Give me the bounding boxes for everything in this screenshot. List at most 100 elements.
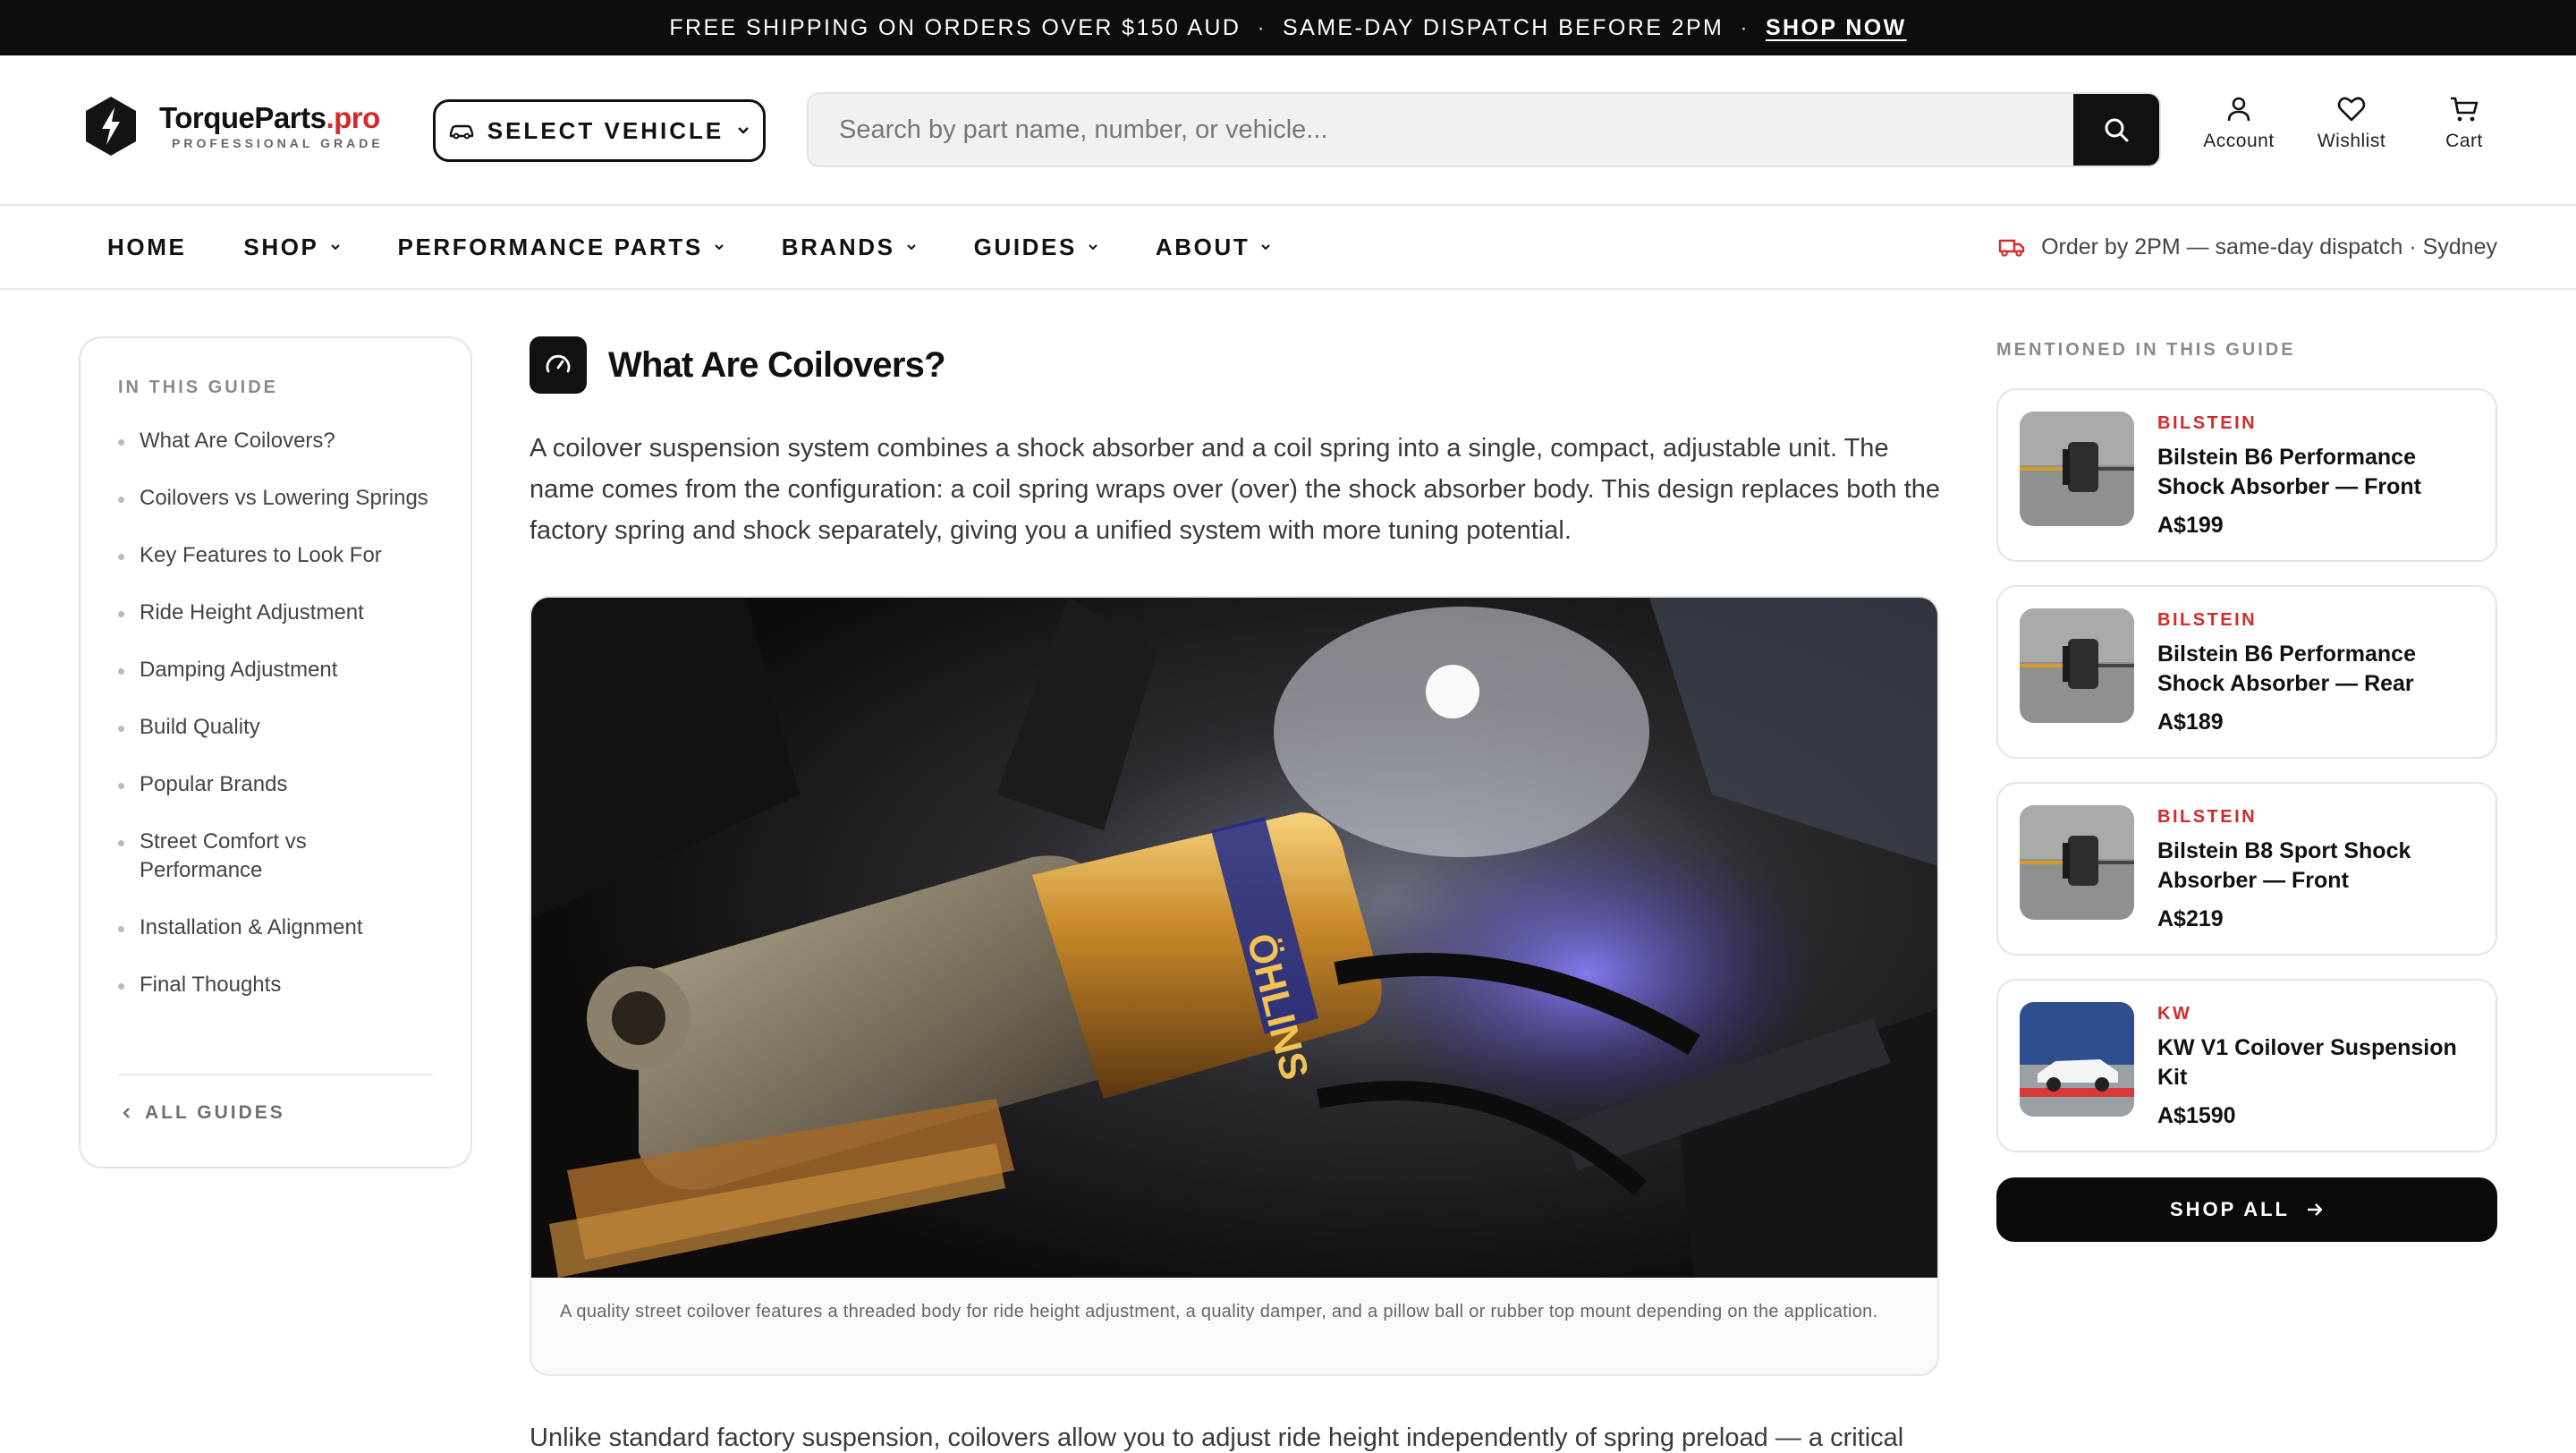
nav-item-performance-parts[interactable]: PERFORMANCE PARTS	[398, 234, 724, 261]
shop-all-button[interactable]: SHOP ALL	[1996, 1177, 2497, 1242]
toc-item[interactable]: Popular Brands	[118, 770, 433, 799]
section-title: What Are Coilovers?	[608, 344, 946, 385]
wishlist-label: Wishlist	[2317, 131, 2386, 151]
nav-item-label: BRANDS	[781, 233, 895, 260]
select-vehicle-button[interactable]: SELECT VEHICLE	[433, 99, 766, 162]
shipping-message: FREE SHIPPING ON ORDERS OVER $150 AUD	[669, 14, 1241, 40]
separator: ·	[1740, 14, 1750, 40]
article-figure: ÖHLINS A quality street coilover feature…	[530, 596, 1939, 1376]
coilover-photo: ÖHLINS	[531, 598, 1937, 1278]
figure-caption: A quality street coilover features a thr…	[560, 1302, 1878, 1321]
chevron-down-icon	[330, 244, 340, 251]
heart-icon	[2337, 97, 2366, 122]
all-guides-label: ALL GUIDES	[145, 1102, 285, 1123]
gauge-icon	[530, 336, 587, 394]
nav-item-label: HOME	[107, 233, 187, 260]
cart-label: Cart	[2445, 131, 2483, 151]
toc-item[interactable]: Damping Adjustment	[118, 656, 433, 684]
product-brand: BILSTEIN	[2157, 413, 2258, 433]
product-price: A$219	[2157, 906, 2224, 931]
nav-item-label: PERFORMANCE PARTS	[397, 233, 703, 260]
product-thumbnail[interactable]	[2020, 1002, 2134, 1117]
nav-item-label: ABOUT	[1155, 233, 1250, 260]
intro-paragraph: A coilover suspension system combines a …	[530, 434, 1941, 545]
table-of-contents: IN THIS GUIDE What Are Coilovers? Coilove…	[79, 336, 472, 1168]
search-input[interactable]	[809, 94, 2077, 166]
toc-item[interactable]: Key Features to Look For	[118, 541, 433, 570]
product-price: A$189	[2157, 710, 2224, 735]
toc-item[interactable]: Build Quality	[118, 713, 433, 742]
chevron-down-icon	[906, 244, 916, 251]
divider	[118, 1074, 433, 1075]
product-card[interactable]: BILSTEIN Bilstein B8 Sport Shock Absorber…	[1996, 782, 2497, 956]
cart-icon	[2451, 97, 2479, 122]
product-name[interactable]: Bilstein B6 Performance Shock Absorber —…	[2157, 443, 2479, 502]
logo-name: TorqueParts.pro	[159, 100, 380, 134]
shop-now-link[interactable]: SHOP NOW	[1766, 15, 1907, 41]
select-vehicle-label: SELECT VEHICLE	[487, 116, 724, 144]
product-name[interactable]: KW V1 Coilover Suspension Kit	[2157, 1033, 2479, 1092]
body-paragraph: Unlike standard factory suspension, coil…	[530, 1423, 1904, 1452]
search-icon	[2105, 118, 2129, 142]
nav-item-label: SHOP	[243, 233, 319, 260]
nav-item-home[interactable]: HOME	[107, 234, 186, 261]
toc-item[interactable]: Street Comfort vs Performance	[118, 828, 433, 885]
product-thumbnail[interactable]	[2020, 608, 2134, 723]
product-price: A$1590	[2157, 1103, 2236, 1128]
product-price: A$199	[2157, 513, 2224, 538]
dispatch-message: SAME-DAY DISPATCH BEFORE 2PM	[1283, 14, 1724, 40]
car-icon	[449, 124, 473, 140]
logo-tagline: PROFESSIONAL GRADE	[172, 135, 384, 150]
product-name[interactable]: Bilstein B8 Sport Shock Absorber — Front	[2157, 837, 2479, 896]
all-guides-link[interactable]: ALL GUIDES	[122, 1102, 285, 1124]
main-navigation: HOME SHOP PERFORMANCE PARTS BRANDS GUIDES ABO…	[0, 206, 2576, 290]
search-button[interactable]	[2073, 94, 2159, 166]
product-thumbnail[interactable]	[2020, 805, 2134, 920]
announcement-bar: FREE SHIPPING ON ORDERS OVER $150 AUD · …	[0, 0, 2576, 55]
section-header: What Are Coilovers?	[530, 336, 946, 394]
chevron-down-icon	[1089, 244, 1097, 251]
lightning-logo-icon	[86, 97, 136, 156]
product-brand: BILSTEIN	[2157, 807, 2258, 827]
toc-item[interactable]: What Are Coilovers?	[118, 427, 433, 455]
toc-list: What Are Coilovers? Coilovers vs Lowering…	[118, 427, 433, 999]
account-label: Account	[2203, 131, 2275, 151]
product-brand: BILSTEIN	[2157, 610, 2258, 630]
chevron-down-icon	[1261, 244, 1271, 251]
header-actions: Account Wishlist Cart	[2182, 95, 2521, 152]
nav-items: HOME SHOP PERFORMANCE PARTS BRANDS GUIDES ABO…	[107, 206, 1328, 288]
search-bar	[807, 92, 2161, 167]
toc-item[interactable]: Coilovers vs Lowering Springs	[118, 484, 433, 513]
chevron-left-icon	[123, 1108, 130, 1118]
wishlist-button[interactable]: Wishlist	[2295, 95, 2408, 152]
chevron-down-icon	[738, 127, 750, 134]
product-brand: KW	[2157, 1004, 2192, 1024]
toc-item[interactable]: Ride Height Adjustment	[118, 599, 433, 627]
product-card[interactable]: BILSTEIN Bilstein B6 Performance Shock Ab…	[1996, 388, 2497, 562]
nav-item-brands[interactable]: BRANDS	[782, 234, 917, 261]
site-header: TorqueParts.pro PROFESSIONAL GRADE SELEC…	[0, 55, 2576, 206]
shop-all-label: SHOP ALL	[2169, 1198, 2290, 1220]
nav-item-guides[interactable]: GUIDES	[974, 234, 1098, 261]
account-button[interactable]: Account	[2182, 95, 2295, 152]
arrow-right-icon	[2308, 1203, 2323, 1216]
chevron-down-icon	[715, 244, 724, 251]
dispatch-text: Order by 2PM — same-day dispatch · Sydne…	[2041, 234, 2497, 259]
product-name[interactable]: Bilstein B6 Performance Shock Absorber —…	[2157, 640, 2479, 699]
product-thumbnail[interactable]	[2020, 412, 2134, 526]
product-card[interactable]: KW KW V1 Coilover Suspension Kit A$1590	[1996, 979, 2497, 1152]
truck-icon	[1998, 239, 2025, 257]
nav-item-label: GUIDES	[973, 233, 1077, 260]
cart-button[interactable]: Cart	[2408, 95, 2521, 152]
product-card[interactable]: BILSTEIN Bilstein B6 Performance Shock Ab…	[1996, 585, 2497, 759]
nav-item-about[interactable]: ABOUT	[1156, 234, 1271, 261]
toc-item[interactable]: Final Thoughts	[118, 971, 433, 999]
logo[interactable]: TorqueParts.pro PROFESSIONAL GRADE	[82, 95, 384, 157]
toc-item[interactable]: Installation & Alignment	[118, 913, 433, 942]
toc-title: IN THIS GUIDE	[118, 378, 279, 397]
nav-item-shop[interactable]: SHOP	[243, 234, 340, 261]
mentioned-title: MENTIONED IN THIS GUIDE	[1996, 340, 2296, 360]
separator: ·	[1257, 14, 1267, 40]
dispatch-note: Order by 2PM — same-day dispatch · Sydne…	[1998, 206, 2497, 288]
user-icon	[2227, 97, 2250, 122]
